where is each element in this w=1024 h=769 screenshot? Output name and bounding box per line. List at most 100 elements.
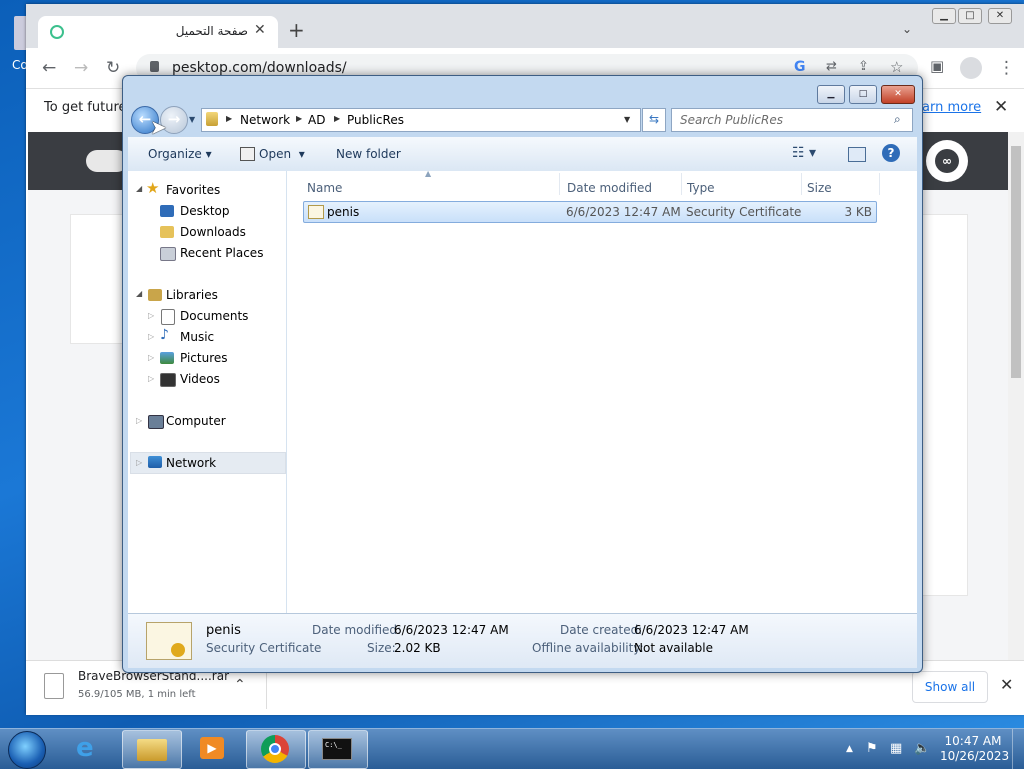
breadcrumb-ad[interactable]: AD [308,113,325,127]
side-panel-icon[interactable]: ▣ [930,57,944,75]
explorer-minimize-button[interactable]: ▁ [817,85,845,104]
internet-explorer-icon: e [76,733,94,763]
explorer-maximize-button[interactable]: □ [849,85,877,104]
nav-music[interactable]: Music [180,330,214,344]
back-arrow-icon[interactable]: ← [42,58,56,78]
new-tab-button[interactable]: + [288,18,305,42]
details-date-created-label: Date created: [560,623,643,637]
nav-desktop[interactable]: Desktop [180,204,230,218]
certificate-large-icon [146,622,192,660]
show-hidden-icons-icon[interactable]: ▲ [846,744,853,754]
column-header-name[interactable]: Name [307,181,342,195]
divider [266,667,267,709]
details-date-created: 6/6/2023 12:47 AM [634,623,749,637]
search-icon[interactable]: ⌕ [894,112,901,127]
nav-favorites[interactable]: Favorites [166,183,220,197]
file-name[interactable]: penis [327,205,359,219]
browser-tab[interactable]: صفحة التحميل ✕ [38,16,278,48]
browser-maximize-button[interactable]: □ [958,8,982,24]
page-scrollbar[interactable] [1008,132,1024,660]
scrollbar-thumb[interactable] [1011,146,1021,378]
taskbar-internet-explorer[interactable]: e [62,730,120,767]
column-divider[interactable] [801,173,802,195]
search-input[interactable]: Search PublicRes ⌕ [671,108,913,132]
url-text[interactable]: pesktop.com/downloads/ [172,60,347,76]
recent-pages-chevron-icon[interactable]: ▼ [189,115,195,124]
media-player-icon: ▶ [200,737,224,759]
tab-close-icon[interactable]: ✕ [254,22,266,38]
column-header-size[interactable]: Size [807,181,832,195]
breadcrumb-network[interactable]: Network [240,113,290,127]
browser-minimize-button[interactable]: ▁ [932,8,956,24]
collapse-arrow-icon[interactable]: ▷ [148,353,154,362]
show-desktop-button[interactable] [1012,729,1024,769]
column-divider[interactable] [559,173,560,195]
preview-pane-icon[interactable] [848,147,866,162]
volume-muted-icon[interactable]: 🔈 [914,741,930,756]
share-icon[interactable]: ⇪ [858,59,869,74]
google-icon[interactable]: G [794,59,806,75]
column-divider[interactable] [879,173,880,195]
breadcrumb-arrow-icon[interactable]: ▶ [226,114,232,123]
address-breadcrumb[interactable]: ▶ Network ▶ AD ▶ PublicRes ▼ [201,108,641,132]
taskbar-cmd[interactable]: C:\_ [308,730,368,769]
infobar-close-icon[interactable]: ✕ [994,97,1008,117]
navigation-pane: ◢ ★ Favorites Desktop Downloads Recent P… [128,171,287,613]
organize-button[interactable]: Organize ▾ [148,147,212,161]
collapse-arrow-icon[interactable]: ▷ [148,311,154,320]
open-button[interactable]: Open ▾ [259,147,305,161]
column-divider[interactable] [681,173,682,195]
expand-arrow-icon[interactable]: ◢ [136,289,142,298]
collapse-arrow-icon[interactable]: ▷ [136,416,142,425]
taskbar-media-player[interactable]: ▶ [184,730,242,767]
open-icon[interactable] [240,147,255,161]
expand-arrow-icon[interactable]: ◢ [136,184,142,193]
show-all-button[interactable]: Show all [912,671,988,703]
view-options-icon[interactable]: ☷ ▾ [792,145,816,161]
file-row[interactable]: penis 6/6/2023 12:47 AM Security Certifi… [303,201,877,223]
libraries-icon [148,289,162,301]
new-folder-button[interactable]: New folder [336,147,401,161]
column-header-date-modified[interactable]: Date modified [567,181,652,195]
taskbar-chrome[interactable] [246,730,306,769]
bookmark-star-icon[interactable]: ☆ [890,58,903,76]
nav-network[interactable]: Network [166,456,216,470]
breadcrumb-arrow-icon[interactable]: ▶ [334,114,340,123]
network-status-icon[interactable]: ▦ [890,741,902,756]
learn-more-link[interactable]: earn more [914,100,981,115]
translate-icon[interactable]: ⇄ [826,59,837,74]
nav-computer[interactable]: Computer [166,414,226,428]
column-header-type[interactable]: Type [687,181,715,195]
nav-videos[interactable]: Videos [180,372,220,386]
help-icon[interactable]: ? [882,144,900,162]
breadcrumb-publicres[interactable]: PublicRes [347,113,404,127]
system-clock[interactable]: 10:47 AM 10/26/2023 [940,734,1009,764]
site-logo[interactable]: ∞ [926,140,968,182]
download-bar-close-icon[interactable]: ✕ [1000,675,1013,694]
forward-arrow-icon[interactable]: → [74,58,88,78]
tab-search-chevron-icon[interactable]: ⌄ [902,22,912,36]
breadcrumb-arrow-icon[interactable]: ▶ [296,114,302,123]
nav-recent-places[interactable]: Recent Places [180,246,263,260]
start-button[interactable] [8,731,46,769]
lock-icon[interactable] [150,61,159,72]
nav-documents[interactable]: Documents [180,309,248,323]
address-dropdown-icon[interactable]: ▼ [624,115,630,124]
nav-pictures[interactable]: Pictures [180,351,228,365]
explorer-close-button[interactable]: ✕ [881,85,915,104]
download-chevron-up-icon[interactable]: ⌃ [234,677,246,693]
collapse-arrow-icon[interactable]: ▷ [148,332,154,341]
sidebar-card [920,214,968,596]
refresh-button[interactable]: ⇆ [642,108,666,132]
action-center-flag-icon[interactable]: ⚑ [866,741,878,756]
menu-kebab-icon[interactable]: ⋮ [998,58,1015,78]
browser-close-button[interactable]: ✕ [988,8,1012,24]
collapse-arrow-icon[interactable]: ▷ [148,374,154,383]
nav-libraries[interactable]: Libraries [166,288,218,302]
organize-label: Organize [148,147,202,161]
reload-icon[interactable]: ↻ [106,58,120,78]
profile-avatar-icon[interactable] [960,57,982,79]
taskbar-explorer[interactable] [122,730,182,769]
nav-downloads[interactable]: Downloads [180,225,246,239]
collapse-arrow-icon[interactable]: ▷ [136,458,142,467]
